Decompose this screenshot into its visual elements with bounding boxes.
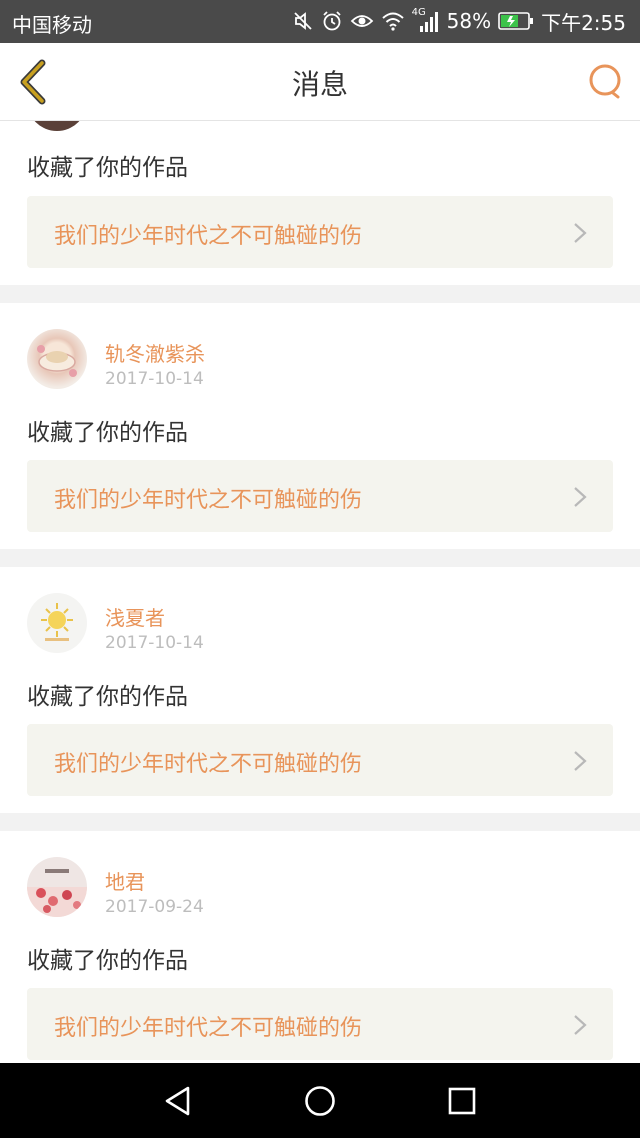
system-nav-bar xyxy=(0,1063,640,1138)
work-title: 我们的少年时代之不可触碰的伤 xyxy=(54,224,363,249)
message-date: 2017-09-24 xyxy=(105,897,204,917)
wifi-icon xyxy=(381,12,404,31)
status-icons: 4G 58% 下午2:55 xyxy=(292,6,626,36)
chevron-right-icon xyxy=(574,223,587,243)
chevron-right-icon xyxy=(574,751,587,771)
work-link[interactable]: 我们的少年时代之不可触碰的伤 xyxy=(27,196,613,268)
search-icon[interactable] xyxy=(588,63,624,99)
message-card: 地君 2017-09-24 收藏了你的作品 我们的少年时代之不可触碰的伤 xyxy=(0,831,640,1063)
username[interactable]: 浅夏者 xyxy=(105,602,165,631)
back-triangle-icon[interactable] xyxy=(160,1083,196,1119)
work-title: 我们的少年时代之不可触碰的伤 xyxy=(54,752,363,777)
mute-icon xyxy=(293,12,312,30)
avatar[interactable] xyxy=(27,329,87,389)
message-card: 浅夏者 2017-10-14 收藏了你的作品 我们的少年时代之不可触碰的伤 xyxy=(0,567,640,813)
message-action-text: 收藏了你的作品 xyxy=(27,420,188,446)
status-bar: 中国移动 4G 58% 下午2:55 xyxy=(0,0,640,43)
message-action-text: 收藏了你的作品 xyxy=(27,155,188,181)
username[interactable]: 地君 xyxy=(105,866,145,895)
page-title: 消息 xyxy=(291,68,348,101)
home-circle-icon[interactable] xyxy=(302,1083,338,1119)
message-card: 收藏了你的作品 我们的少年时代之不可触碰的伤 xyxy=(0,121,640,285)
avatar[interactable] xyxy=(27,593,87,653)
battery-percent: 58% xyxy=(446,9,492,33)
username[interactable]: 轨冬澈紫杀 xyxy=(105,338,205,367)
work-link[interactable]: 我们的少年时代之不可触碰的伤 xyxy=(27,988,613,1060)
clock: 下午2:55 xyxy=(541,10,626,35)
message-date: 2017-10-14 xyxy=(105,633,204,653)
work-title: 我们的少年时代之不可触碰的伤 xyxy=(54,488,363,513)
eye-icon xyxy=(350,15,373,27)
top-nav-bar: 消息 xyxy=(0,43,640,121)
work-link[interactable]: 我们的少年时代之不可触碰的伤 xyxy=(27,460,613,532)
alarm-icon xyxy=(322,11,341,31)
battery-icon xyxy=(498,12,534,30)
work-title: 我们的少年时代之不可触碰的伤 xyxy=(54,1016,363,1041)
message-action-text: 收藏了你的作品 xyxy=(27,684,188,710)
carrier-name: 中国移动 xyxy=(12,13,92,37)
recents-square-icon[interactable] xyxy=(444,1083,480,1119)
chevron-right-icon xyxy=(574,487,587,507)
message-action-text: 收藏了你的作品 xyxy=(27,948,188,974)
signal-icon: 4G xyxy=(412,7,440,33)
avatar[interactable] xyxy=(27,121,87,131)
message-feed[interactable]: 收藏了你的作品 我们的少年时代之不可触碰的伤 轨冬澈紫杀 2017-10-14 … xyxy=(0,121,640,1063)
chevron-right-icon xyxy=(574,1015,587,1035)
message-date: 2017-10-14 xyxy=(105,369,204,389)
message-card: 轨冬澈紫杀 2017-10-14 收藏了你的作品 我们的少年时代之不可触碰的伤 xyxy=(0,303,640,549)
work-link[interactable]: 我们的少年时代之不可触碰的伤 xyxy=(27,724,613,796)
avatar[interactable] xyxy=(27,857,87,917)
